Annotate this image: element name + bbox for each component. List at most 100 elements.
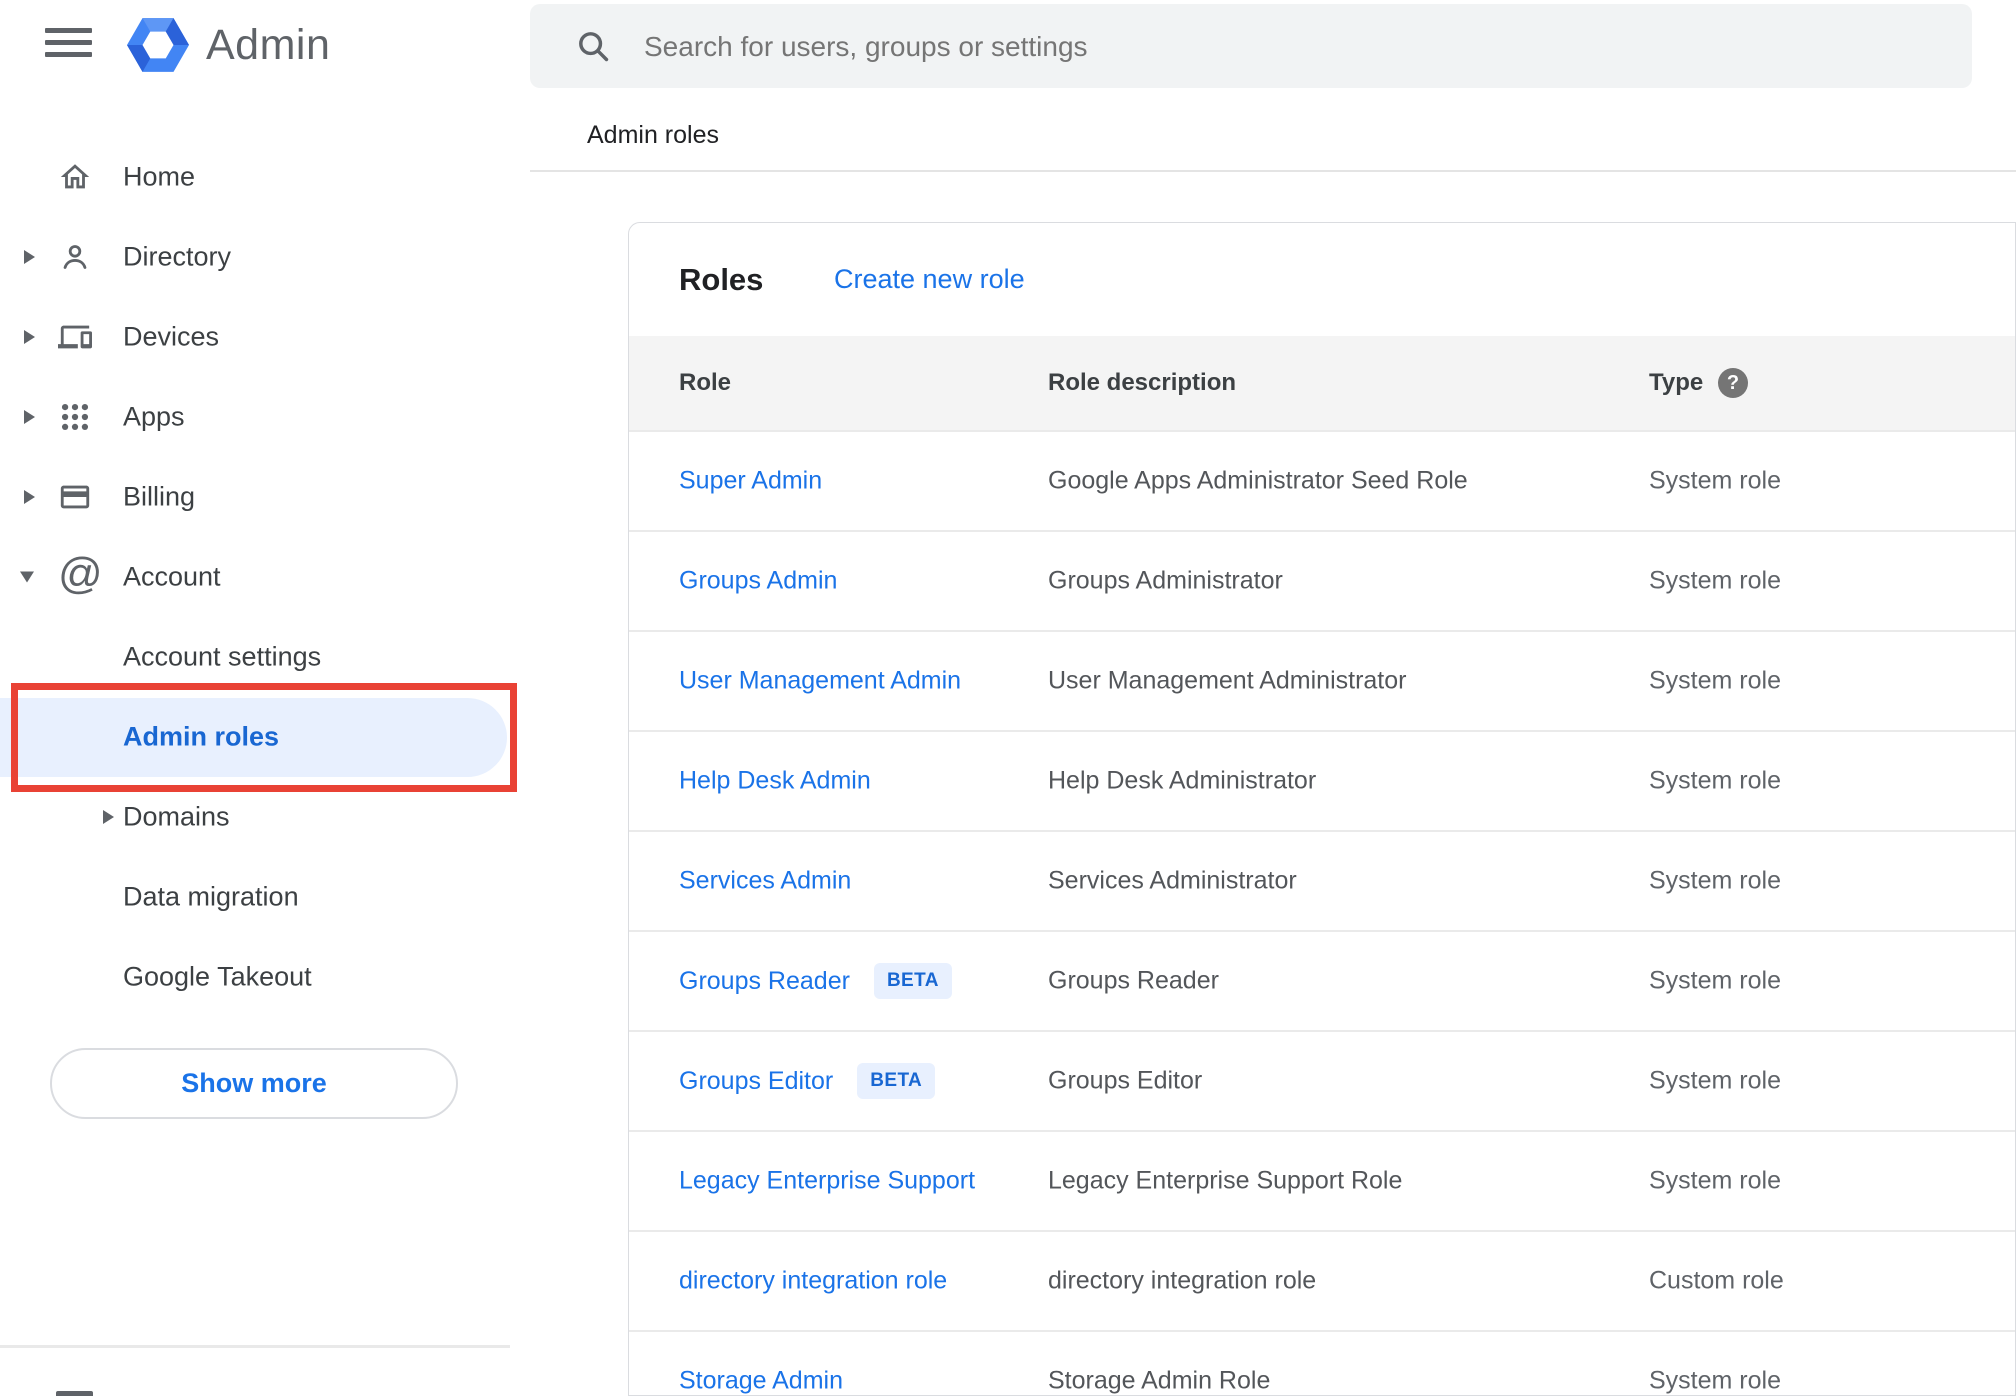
table-row: Groups Reader BETA Groups Reader System rol… bbox=[629, 932, 2015, 1032]
admin-logo-text: Admin bbox=[206, 21, 331, 69]
person-icon bbox=[58, 240, 92, 274]
sidebar-item-label: Home bbox=[123, 161, 196, 192]
role-cell: User Management Admin bbox=[679, 667, 961, 696]
table-row: Legacy Enterprise Support Legacy Enterpri… bbox=[629, 1132, 2015, 1232]
table-row: Groups Admin Groups Administrator System r… bbox=[629, 532, 2015, 632]
sidebar-item-devices[interactable]: Devices bbox=[0, 297, 530, 377]
column-header-type: Type bbox=[1649, 369, 1704, 396]
role-cell: Groups Admin bbox=[679, 567, 837, 596]
chevron-right-icon[interactable] bbox=[24, 330, 35, 344]
breadcrumb: Admin roles bbox=[587, 121, 719, 149]
role-description-cell: Groups Administrator bbox=[1048, 566, 1283, 595]
sidebar-item-admin-roles[interactable]: Admin roles bbox=[0, 697, 530, 777]
show-more-button[interactable]: Show more bbox=[50, 1048, 458, 1119]
table-row: Storage Admin Storage Admin Role System ro… bbox=[629, 1332, 2015, 1396]
role-description-cell: directory integration role bbox=[1048, 1266, 1317, 1295]
sidebar-item-apps[interactable]: Apps bbox=[0, 377, 530, 457]
credit-card-icon bbox=[58, 480, 92, 514]
role-description-cell: Groups Reader bbox=[1048, 966, 1219, 995]
role-type-cell: Custom role bbox=[1649, 1266, 1784, 1295]
chevron-right-icon[interactable] bbox=[103, 810, 114, 824]
admin-logo-icon bbox=[127, 18, 189, 72]
role-type-cell: System role bbox=[1649, 666, 1781, 695]
sidebar-item-account-settings[interactable]: Account settings bbox=[0, 617, 530, 697]
sidebar-item-label: Admin roles bbox=[123, 721, 280, 752]
sidebar-item-label: Account settings bbox=[123, 641, 322, 672]
role-link-groups-editor[interactable]: Groups Editor bbox=[679, 1067, 833, 1096]
role-link-user-management-admin[interactable]: User Management Admin bbox=[679, 667, 961, 696]
role-cell: Storage Admin bbox=[679, 1367, 843, 1396]
role-type-cell: System role bbox=[1649, 566, 1781, 595]
sidebar-item-label: Data migration bbox=[123, 881, 299, 912]
sidebar-item-label: Billing bbox=[123, 481, 196, 512]
role-description-cell: Storage Admin Role bbox=[1048, 1366, 1271, 1395]
role-cell: directory integration role bbox=[679, 1267, 947, 1296]
sidebar-item-data-migration[interactable]: Data migration bbox=[0, 857, 530, 937]
at-sign-icon: @ bbox=[58, 549, 103, 598]
sidebar-item-label: Apps bbox=[123, 401, 185, 432]
role-description-cell: User Management Administrator bbox=[1048, 666, 1407, 695]
sidebar-item-account[interactable]: @ Account bbox=[0, 537, 530, 617]
sidebar-item-label: Account bbox=[123, 561, 221, 592]
home-icon bbox=[58, 160, 92, 194]
beta-badge: BETA bbox=[873, 963, 952, 999]
search-bar[interactable] bbox=[530, 4, 1972, 90]
role-link-help-desk-admin[interactable]: Help Desk Admin bbox=[679, 767, 871, 796]
table-row: Services Admin Services Administrator Syst… bbox=[629, 832, 2015, 932]
role-link-groups-admin[interactable]: Groups Admin bbox=[679, 567, 837, 596]
beta-badge: BETA bbox=[857, 1063, 936, 1099]
role-cell: Groups Reader BETA bbox=[679, 963, 952, 999]
chevron-down-icon[interactable] bbox=[20, 571, 34, 583]
role-cell: Groups Editor BETA bbox=[679, 1063, 936, 1099]
column-header-role: Role bbox=[679, 369, 732, 396]
type-help-icon[interactable]: ? bbox=[1718, 368, 1748, 398]
table-row: Help Desk Admin Help Desk Administrator Sy… bbox=[629, 732, 2015, 832]
role-type-cell: System role bbox=[1649, 1366, 1781, 1395]
search-icon bbox=[579, 32, 609, 62]
role-description-cell: Google Apps Administrator Seed Role bbox=[1048, 466, 1468, 495]
admin-console-window: Admin Admin roles Home Directory Devices Ap… bbox=[0, 0, 2016, 1396]
header-divider bbox=[530, 170, 2016, 172]
chevron-right-icon[interactable] bbox=[24, 250, 35, 264]
sidebar-item-home[interactable]: Home bbox=[0, 137, 530, 217]
role-type-cell: System role bbox=[1649, 766, 1781, 795]
role-link-services-admin[interactable]: Services Admin bbox=[679, 867, 851, 896]
sidebar-item-directory[interactable]: Directory bbox=[0, 217, 530, 297]
table-row: Super Admin Google Apps Administrator See… bbox=[629, 432, 2015, 532]
role-cell: Help Desk Admin bbox=[679, 767, 871, 796]
devices-icon bbox=[58, 320, 92, 354]
sidebar-item-google-takeout[interactable]: Google Takeout bbox=[0, 937, 530, 1017]
role-link-groups-reader[interactable]: Groups Reader bbox=[679, 967, 850, 996]
table-body: Super Admin Google Apps Administrator See… bbox=[629, 430, 2015, 1396]
role-type-cell: System role bbox=[1649, 866, 1781, 895]
table-row: User Management Admin User Management Adm… bbox=[629, 632, 2015, 732]
table-header-row: Role Role description Type ? bbox=[629, 336, 2015, 430]
sidebar-item-domains[interactable]: Domains bbox=[0, 777, 530, 857]
apps-grid-icon bbox=[58, 400, 92, 434]
sidebar-item-label: Devices bbox=[123, 321, 220, 352]
sidebar-bottom-divider bbox=[0, 1345, 510, 1348]
role-cell: Super Admin bbox=[679, 467, 822, 496]
role-cell: Services Admin bbox=[679, 867, 851, 896]
roles-panel: Roles Create new role Role Role descript… bbox=[628, 222, 2016, 1396]
search-input[interactable] bbox=[642, 4, 1926, 90]
role-description-cell: Groups Editor bbox=[1048, 1066, 1203, 1095]
role-description-cell: Legacy Enterprise Support Role bbox=[1048, 1166, 1403, 1195]
role-link-storage-admin[interactable]: Storage Admin bbox=[679, 1367, 843, 1396]
role-description-cell: Services Administrator bbox=[1048, 866, 1297, 895]
table-row: directory integration role directory inte… bbox=[629, 1232, 2015, 1332]
role-type-cell: System role bbox=[1649, 466, 1781, 495]
role-link-super-admin[interactable]: Super Admin bbox=[679, 467, 822, 496]
sidebar-item-label: Directory bbox=[123, 241, 232, 272]
sidebar-item-billing[interactable]: Billing bbox=[0, 457, 530, 537]
role-type-cell: System role bbox=[1649, 1066, 1781, 1095]
create-new-role-link[interactable]: Create new role bbox=[834, 223, 1025, 336]
chevron-right-icon[interactable] bbox=[24, 490, 35, 504]
role-link-legacy-enterprise-support[interactable]: Legacy Enterprise Support bbox=[679, 1167, 975, 1196]
feedback-icon bbox=[56, 1391, 93, 1396]
hamburger-menu-icon[interactable] bbox=[45, 28, 92, 57]
role-cell: Legacy Enterprise Support bbox=[679, 1167, 975, 1196]
role-link-directory-integration-role[interactable]: directory integration role bbox=[679, 1267, 947, 1296]
roles-title: Roles bbox=[679, 262, 764, 297]
chevron-right-icon[interactable] bbox=[24, 410, 35, 424]
